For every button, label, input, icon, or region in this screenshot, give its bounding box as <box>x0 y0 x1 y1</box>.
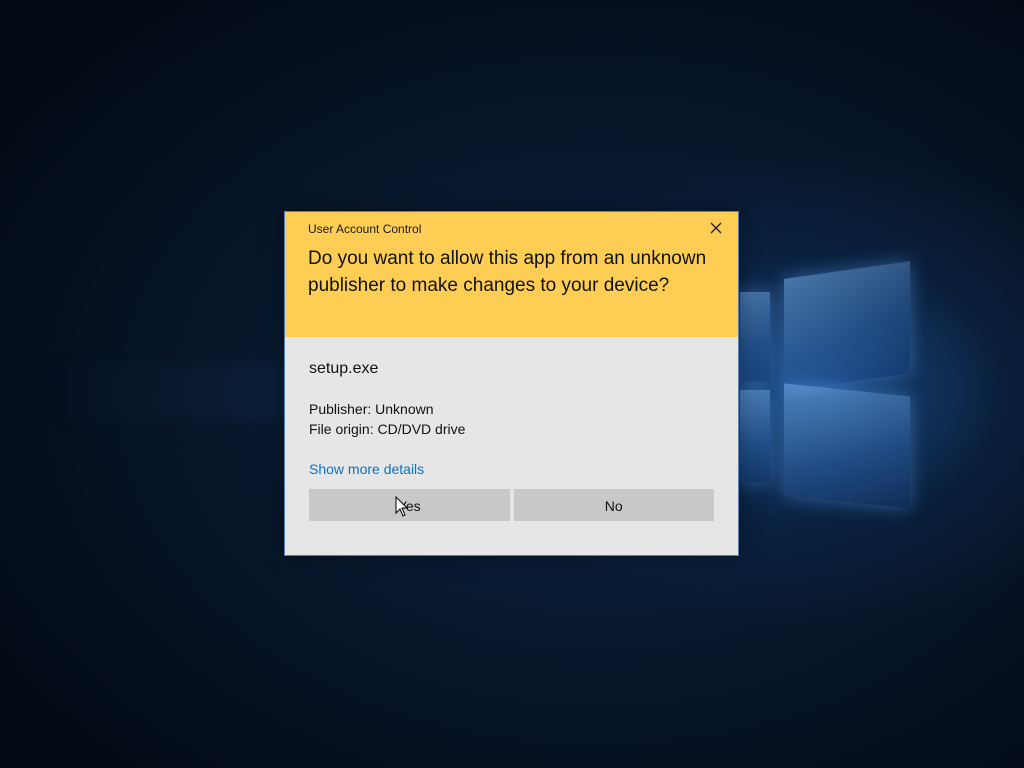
dialog-header: User Account Control Do you want to allo… <box>285 212 738 337</box>
desktop-background: User Account Control Do you want to allo… <box>0 0 1024 768</box>
mouse-pointer-icon <box>395 495 409 518</box>
yes-button[interactable]: Yes <box>309 489 510 521</box>
dialog-body: setup.exe Publisher: Unknown File origin… <box>285 337 738 521</box>
uac-dialog: User Account Control Do you want to allo… <box>284 211 739 556</box>
app-name: setup.exe <box>309 360 379 377</box>
logo-pane-top-left <box>740 292 770 382</box>
dialog-title: User Account Control <box>308 222 422 236</box>
logo-pane-top-right <box>784 261 910 391</box>
close-icon[interactable] <box>708 220 724 236</box>
no-button[interactable]: No <box>513 489 714 521</box>
dialog-question: Do you want to allow this app from an un… <box>308 248 707 296</box>
logo-pane-bottom-left <box>740 390 770 482</box>
show-more-details-link[interactable]: Show more details <box>309 459 424 479</box>
button-row: Yes No <box>309 489 714 521</box>
publisher-text: Publisher: Unknown <box>309 401 434 417</box>
app-metadata: Publisher: Unknown File origin: CD/DVD d… <box>309 399 714 439</box>
windows-logo-icon <box>740 261 915 512</box>
logo-pane-bottom-right <box>784 383 910 509</box>
file-origin-text: File origin: CD/DVD drive <box>309 421 466 437</box>
